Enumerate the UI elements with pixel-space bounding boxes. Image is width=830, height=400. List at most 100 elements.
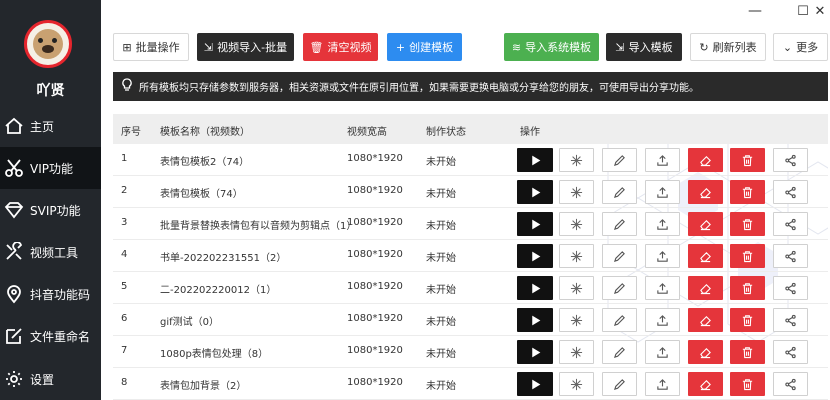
cell-index: 5 xyxy=(121,281,128,292)
layers-icon: ≋ xyxy=(511,40,522,54)
clear-button[interactable] xyxy=(688,308,723,332)
share-button[interactable] xyxy=(773,340,808,364)
play-button[interactable] xyxy=(517,148,553,172)
table-row[interactable]: 6 gif测试（0） 1080*1920 未开始 xyxy=(113,304,828,336)
edit-button[interactable] xyxy=(602,308,637,332)
share-button[interactable] xyxy=(773,180,808,204)
play-button[interactable] xyxy=(517,340,553,364)
maximize-button[interactable]: ☐ xyxy=(794,2,812,20)
effect-button[interactable] xyxy=(559,340,594,364)
table-row[interactable]: 7 1080p表情包处理（8） 1080*1920 未开始 xyxy=(113,336,828,368)
cell-name: 书单-202202231551（2） xyxy=(160,253,287,264)
clear-button[interactable] xyxy=(688,148,723,172)
effect-button[interactable] xyxy=(559,148,594,172)
edit-button[interactable] xyxy=(602,372,637,396)
table-row[interactable]: 3 批量背景替换表情包有以音频为剪辑点（1） 1080*1920 未开始 xyxy=(113,208,828,240)
share-button[interactable] xyxy=(773,212,808,236)
clear-button[interactable] xyxy=(688,276,723,300)
export-button[interactable] xyxy=(645,308,680,332)
video-import-batch-button[interactable]: ⇲ 视频导入-批量 xyxy=(197,33,294,61)
minimize-button[interactable]: — xyxy=(746,2,764,20)
clear-video-button[interactable]: 🗑 清空视频 xyxy=(303,33,378,61)
eraser-icon xyxy=(699,250,712,263)
sidebar-item-video-tools[interactable]: 视频工具 xyxy=(0,231,101,273)
export-button[interactable] xyxy=(645,244,680,268)
chevron-down-icon: ⌄ xyxy=(782,40,793,54)
clear-button[interactable] xyxy=(688,372,723,396)
close-button[interactable]: ✕ xyxy=(811,2,829,20)
refresh-list-button[interactable]: ↻ 刷新列表 xyxy=(690,33,766,61)
effect-button[interactable] xyxy=(559,244,594,268)
delete-button[interactable] xyxy=(730,244,765,268)
share-button[interactable] xyxy=(773,244,808,268)
header-action: 操作 xyxy=(520,127,540,138)
sidebar-item-home[interactable]: 主页 xyxy=(0,105,101,147)
delete-button[interactable] xyxy=(730,340,765,364)
play-button[interactable] xyxy=(517,212,553,236)
export-button[interactable] xyxy=(645,372,680,396)
play-button[interactable] xyxy=(517,372,553,396)
delete-button[interactable] xyxy=(730,308,765,332)
clear-button[interactable] xyxy=(688,180,723,204)
grid-icon: ⊞ xyxy=(122,40,132,54)
effect-button[interactable] xyxy=(559,372,594,396)
clear-button[interactable] xyxy=(688,340,723,364)
button-label: 创建模板 xyxy=(409,41,454,54)
share-button[interactable] xyxy=(773,276,808,300)
clear-button[interactable] xyxy=(688,244,723,268)
sidebar-item-vip[interactable]: VIP功能 xyxy=(0,147,101,189)
eraser-icon xyxy=(699,218,712,231)
import-system-template-button[interactable]: ≋ 导入系统模板 xyxy=(504,33,599,61)
import-template-button[interactable]: ⇲ 导入模板 xyxy=(606,33,682,61)
edit-button[interactable] xyxy=(602,212,637,236)
effect-button[interactable] xyxy=(559,212,594,236)
export-button[interactable] xyxy=(645,148,680,172)
edit-button[interactable] xyxy=(602,180,637,204)
export-button[interactable] xyxy=(645,340,680,364)
table-row[interactable]: 5 二-202202220012（1） 1080*1920 未开始 xyxy=(113,272,828,304)
sidebar-item-douyin-code[interactable]: 抖音功能码 xyxy=(0,273,101,315)
header-status: 制作状态 xyxy=(426,127,466,138)
export-button[interactable] xyxy=(645,276,680,300)
avatar[interactable] xyxy=(24,20,72,68)
edit-icon xyxy=(3,325,25,347)
play-icon xyxy=(529,250,542,263)
clear-button[interactable] xyxy=(688,212,723,236)
delete-button[interactable] xyxy=(730,212,765,236)
sidebar-item-label: 抖音功能码 xyxy=(30,287,91,302)
cell-index: 6 xyxy=(121,313,128,324)
table-row[interactable]: 1 表情包模板2（74） 1080*1920 未开始 xyxy=(113,144,828,176)
share-button[interactable] xyxy=(773,308,808,332)
delete-button[interactable] xyxy=(730,372,765,396)
play-button[interactable] xyxy=(517,276,553,300)
more-button[interactable]: ⌄ 更多 xyxy=(773,33,828,61)
edit-button[interactable] xyxy=(602,340,637,364)
edit-button[interactable] xyxy=(602,276,637,300)
share-button[interactable] xyxy=(773,372,808,396)
batch-operation-button[interactable]: ⊞ 批量操作 xyxy=(113,33,189,61)
effect-button[interactable] xyxy=(559,180,594,204)
table-row[interactable]: 2 表情包模板（74） 1080*1920 未开始 xyxy=(113,176,828,208)
home-icon xyxy=(3,115,25,137)
sidebar-item-file-rename[interactable]: 文件重命名 xyxy=(0,315,101,357)
sidebar-item-settings[interactable]: 设置 xyxy=(0,358,101,400)
play-button[interactable] xyxy=(517,244,553,268)
edit-button[interactable] xyxy=(602,244,637,268)
delete-button[interactable] xyxy=(730,148,765,172)
share-button[interactable] xyxy=(773,148,808,172)
play-button[interactable] xyxy=(517,180,553,204)
edit-button[interactable] xyxy=(602,148,637,172)
delete-button[interactable] xyxy=(730,180,765,204)
export-button[interactable] xyxy=(645,180,680,204)
delete-button[interactable] xyxy=(730,276,765,300)
create-template-button[interactable]: + 创建模板 xyxy=(387,33,462,61)
effect-button[interactable] xyxy=(559,308,594,332)
sidebar-item-svip[interactable]: SVIP功能 xyxy=(0,189,101,231)
table-row[interactable]: 8 表情包加背景（2） 1080*1920 未开始 xyxy=(113,368,828,400)
sparkle-icon xyxy=(570,186,583,199)
effect-button[interactable] xyxy=(559,276,594,300)
export-button[interactable] xyxy=(645,212,680,236)
play-button[interactable] xyxy=(517,308,553,332)
sidebar-item-label: 设置 xyxy=(30,372,55,387)
table-row[interactable]: 4 书单-202202231551（2） 1080*1920 未开始 xyxy=(113,240,828,272)
